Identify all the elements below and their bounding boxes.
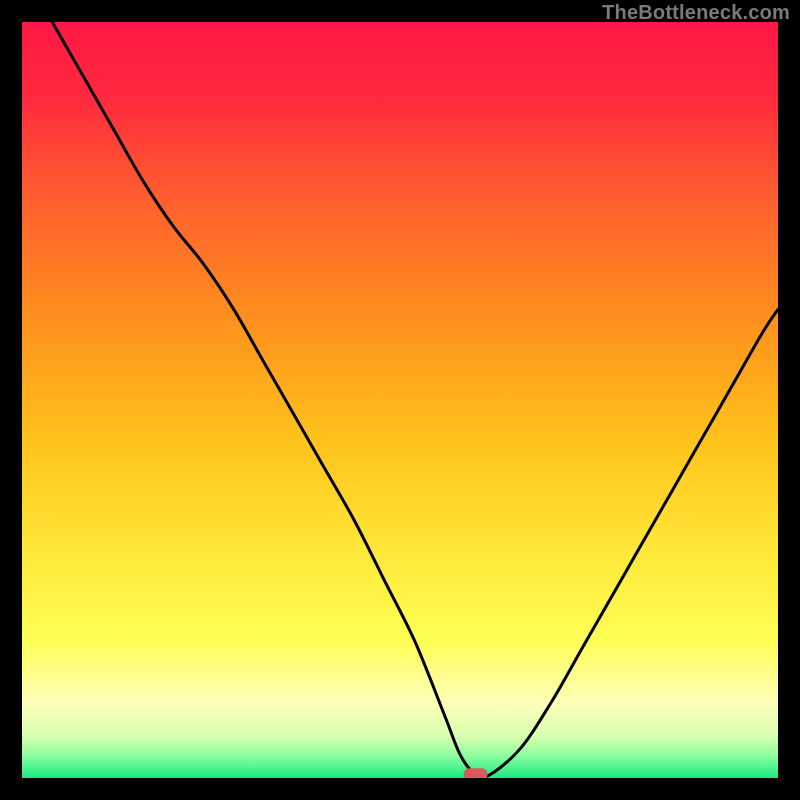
watermark-label: TheBottleneck.com xyxy=(602,2,790,25)
gradient-background xyxy=(22,22,778,778)
plot-area xyxy=(22,22,778,778)
chart-frame: TheBottleneck.com xyxy=(0,0,800,800)
optimal-marker xyxy=(464,768,488,778)
chart-svg xyxy=(22,22,778,778)
